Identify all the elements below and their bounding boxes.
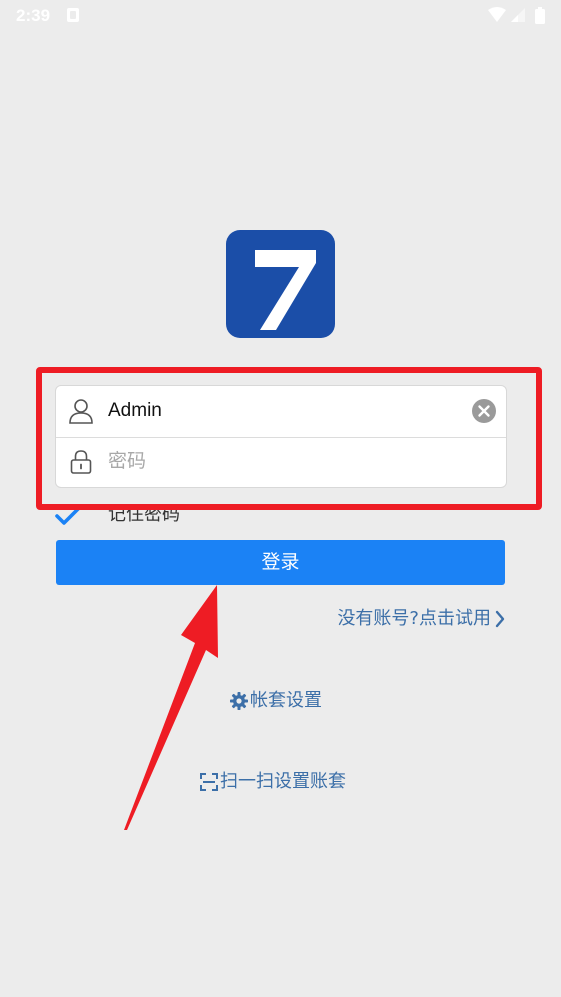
remember-password-checkbox[interactable]: 记住密码: [55, 500, 275, 530]
status-time: 2:39: [16, 6, 51, 25]
account-settings-label: 帐套设置: [250, 690, 322, 711]
password-row: [56, 437, 506, 488]
account-settings-link[interactable]: 帐套设置: [230, 687, 322, 715]
login-button[interactable]: 登录: [56, 540, 505, 585]
user-icon: [69, 399, 93, 424]
notification-icon: [67, 8, 79, 22]
scan-icon: [200, 773, 218, 791]
remember-password-label: 记住密码: [108, 504, 180, 525]
annotation-arrow: [124, 585, 218, 830]
username-input[interactable]: [108, 394, 460, 428]
app-logo: [226, 230, 335, 338]
wifi-icon: [488, 7, 506, 22]
signal-icon: [511, 8, 525, 22]
gear-icon: [230, 692, 248, 710]
clear-username-button[interactable]: [472, 399, 496, 423]
scan-settings-link[interactable]: 扫一扫设置账套: [200, 768, 346, 796]
status-indicators: [487, 6, 549, 26]
lock-icon: [70, 450, 92, 474]
username-row: [56, 386, 506, 438]
scan-settings-label: 扫一扫设置账套: [220, 771, 346, 792]
password-input[interactable]: [108, 445, 460, 479]
trial-link-label: 没有账号?点击试用: [337, 608, 491, 629]
trial-link[interactable]: 没有账号?点击试用: [310, 605, 505, 635]
checkmark-icon: [55, 506, 81, 525]
login-form: [55, 385, 507, 488]
chevron-right-icon: [495, 610, 505, 628]
close-icon: [478, 405, 490, 417]
battery-icon: [535, 7, 545, 24]
status-bar: 2:39: [0, 0, 561, 32]
